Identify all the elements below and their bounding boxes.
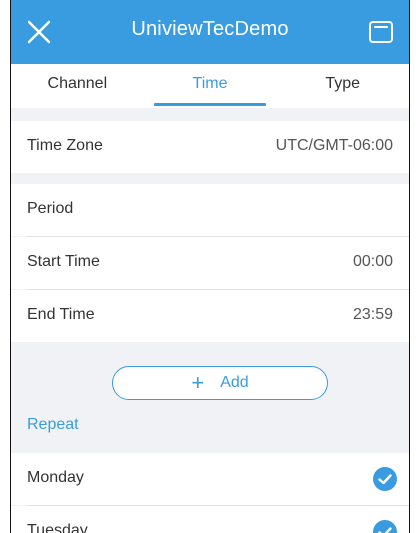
checkmark-icon[interactable] <box>373 467 397 491</box>
day-label: Monday <box>27 469 84 486</box>
add-period-button[interactable]: + Add <box>112 366 328 400</box>
time-zone-row[interactable]: Time Zone UTC/GMT-06:00 <box>11 121 409 173</box>
day-label: Tuesday <box>27 522 88 533</box>
add-button-label: Add <box>220 374 249 391</box>
app-bar: UniviewTecDemo <box>11 0 409 64</box>
end-time-value: 23:59 <box>352 306 393 323</box>
end-time-row[interactable]: End Time 23:59 <box>11 290 409 342</box>
day-row-monday[interactable]: Monday <box>11 453 409 505</box>
period-row: Period <box>11 184 409 236</box>
day-row-tuesday[interactable]: Tuesday <box>11 506 409 533</box>
time-zone-label: Time Zone <box>27 137 103 154</box>
tab-bar: Channel Time Type <box>11 64 409 108</box>
start-time-value: 00:00 <box>352 253 393 270</box>
page-title: UniviewTecDemo <box>131 18 289 40</box>
start-time-label: Start Time <box>27 253 100 270</box>
time-zone-value: UTC/GMT-06:00 <box>275 137 393 154</box>
period-label: Period <box>27 200 74 217</box>
phone-screen: UniviewTecDemo Channel Time Type Time Zo… <box>10 0 410 533</box>
repeat-section-label: Repeat <box>27 416 79 433</box>
save-icon[interactable] <box>363 14 399 50</box>
tab-type[interactable]: Type <box>276 64 409 108</box>
checkmark-icon[interactable] <box>373 520 397 533</box>
start-time-row[interactable]: Start Time 00:00 <box>11 237 409 289</box>
plus-icon: + <box>191 370 205 395</box>
end-time-label: End Time <box>27 306 95 323</box>
tab-channel[interactable]: Channel <box>11 64 144 108</box>
tab-time[interactable]: Time <box>144 64 277 108</box>
